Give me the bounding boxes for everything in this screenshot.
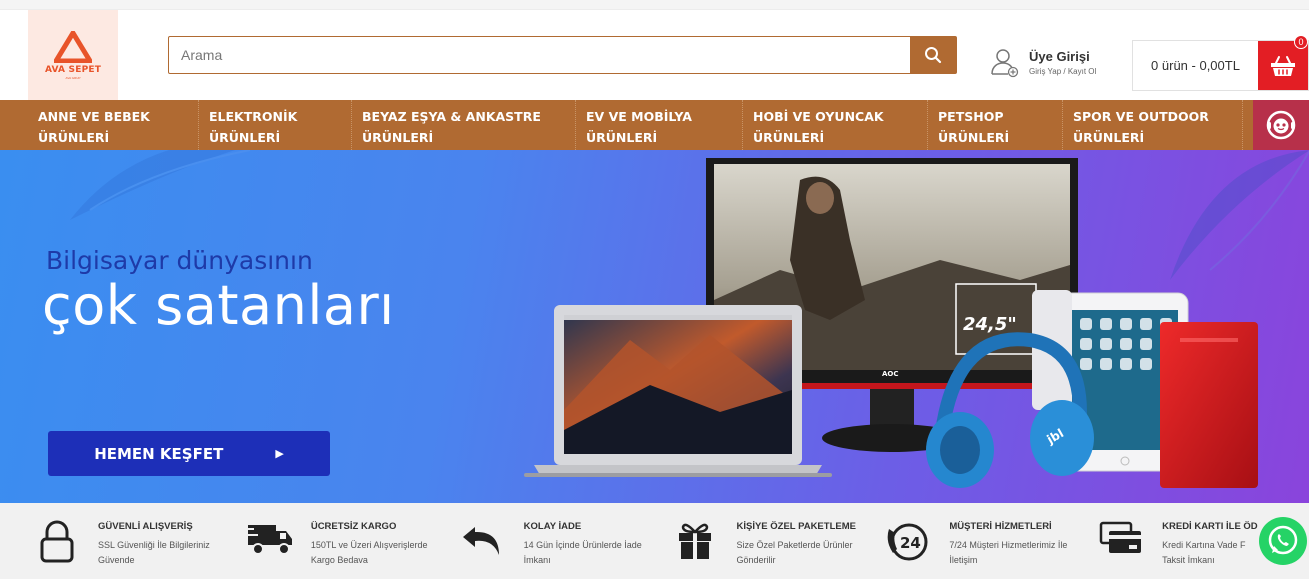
nav-item-ev-mobilya[interactable]: EV VE MOBİLYA ÜRÜNLERİ — [576, 100, 743, 150]
hero-cta-label: HEMEN KEŞFET — [94, 444, 224, 463]
truck-icon — [245, 519, 295, 567]
feature-desc-line1: SSL Güvenliği İle Bilgileriniz — [98, 540, 210, 550]
feature-free-shipping: ÜCRETSİZ KARGO 150TL ve Üzeri Alışverişl… — [245, 503, 458, 579]
hero-subtitle: Bilgisayar dünyasının — [46, 246, 313, 275]
feature-desc-line1: 7/24 Müşteri Hizmetlerimiz İle — [949, 540, 1068, 550]
search-icon — [925, 47, 942, 64]
cart-button[interactable]: 0 — [1258, 35, 1308, 90]
feature-desc-line2: Güvende — [98, 555, 135, 565]
nav-label-line1: ELEKTRONİK — [209, 109, 298, 124]
nav-item-hobi-oyuncak[interactable]: HOBİ VE OYUNCAK ÜRÜNLERİ — [743, 100, 928, 150]
logo-triangle-icon — [54, 30, 92, 63]
account-subtitle: Giriş Yap / Kayıt Ol — [1029, 66, 1097, 76]
nav-label-line1: PETSHOP — [938, 109, 1004, 124]
hero-products-image: AOC 24,5" jbl — [524, 158, 1258, 488]
credit-card-icon — [1096, 519, 1146, 567]
top-strip — [0, 0, 1309, 10]
svg-text:24: 24 — [900, 534, 921, 552]
nav-item-petshop[interactable]: PETSHOP ÜRÜNLERİ — [928, 100, 1063, 150]
hero-title: çok satanları — [42, 274, 395, 337]
user-icon — [987, 43, 1023, 81]
feature-desc-line2: Kargo Bedava — [310, 555, 368, 565]
account-login[interactable]: Üye Girişi Giriş Yap / Kayıt Ol — [987, 36, 1109, 88]
cart-summary: 0 ürün - 0,00TL — [1151, 58, 1240, 73]
features-bar: GÜVENLİ ALIŞVERİŞ SSL Güvenliği İle Bilg… — [0, 503, 1309, 579]
feature-desc-line1: 150TL ve Üzeri Alışverişlerde — [310, 540, 428, 550]
nav-label-line1: EV VE MOBİLYA — [586, 109, 692, 124]
feature-customer-service: 24 MÜŞTERİ HİZMETLERİ 7/24 Müşteri Hizme… — [883, 503, 1096, 579]
feature-desc-line2: Gönderilir — [736, 555, 776, 565]
return-arrow-icon — [458, 519, 508, 567]
feature-desc-line2: Taksit İmkanı — [1162, 555, 1215, 565]
feature-title: KREDİ KARTI İLE ÖD — [1162, 521, 1258, 532]
nav-item-anne-bebek[interactable]: ANNE VE BEBEK ÜRÜNLERİ — [0, 100, 199, 150]
search-input[interactable] — [169, 37, 910, 73]
nav-item-spor-outdoor[interactable]: SPOR VE OUTDOOR ÜRÜNLERİ — [1063, 100, 1243, 150]
feature-title: MÜŞTERİ HİZMETLERİ — [949, 521, 1052, 532]
feature-title: KOLAY İADE — [523, 521, 582, 532]
play-arrow-icon: ▶ — [275, 447, 284, 460]
account-title: Üye Girişi — [1029, 48, 1090, 64]
nav-label-line2: ÜRÜNLERİ — [209, 130, 281, 145]
feature-desc-line1: 14 Gün İçinde Ürünlerde İade — [523, 540, 642, 550]
monitor-brand-label: AOC — [882, 370, 899, 378]
nav-label-line1: ANNE VE BEBEK — [38, 109, 150, 124]
feature-easy-return: KOLAY İADE 14 Gün İçinde Ürünlerde İade İ… — [458, 503, 671, 579]
whatsapp-button[interactable] — [1257, 509, 1309, 573]
feature-special-packaging: KİŞİYE ÖZEL PAKETLEME Size Özel Paketler… — [670, 503, 883, 579]
logo-text: AVA SEPET — [44, 64, 102, 75]
nav-label-line2: ÜRÜNLERİ — [938, 130, 1010, 145]
feature-desc-line2: İmkanı — [523, 555, 551, 565]
shopping-basket-icon — [1271, 55, 1295, 76]
nav-item-beyaz-esya[interactable]: BEYAZ EŞYA & ANKASTRE ÜRÜNLERİ — [352, 100, 576, 150]
cart-widget[interactable]: 0 ürün - 0,00TL 0 — [1132, 35, 1309, 91]
gift-icon — [670, 519, 720, 567]
feature-title: GÜVENLİ ALIŞVERİŞ — [98, 521, 193, 532]
logo-subtext: AVA GRUP — [65, 75, 81, 80]
feature-secure-shopping: GÜVENLİ ALIŞVERİŞ SSL Güvenliği İle Bilg… — [32, 503, 245, 579]
nav-label-line1: SPOR VE OUTDOOR — [1073, 109, 1209, 124]
nav-label-line1: BEYAZ EŞYA & ANKASTRE — [362, 109, 541, 124]
feature-desc-line1: Size Özel Paketlerde Ürünler — [736, 540, 853, 550]
feature-title: ÜCRETSİZ KARGO — [310, 521, 397, 532]
nav-label-line1: HOBİ VE OYUNCAK — [753, 109, 884, 124]
nav-label-line2: ÜRÜNLERİ — [38, 130, 110, 145]
hero-banner[interactable]: Bilgisayar dünyasının çok satanları AOC … — [0, 150, 1309, 503]
cart-count-badge: 0 — [1294, 35, 1308, 49]
feature-desc-line2: İletişim — [949, 555, 978, 565]
whatsapp-icon — [1259, 517, 1307, 565]
nav-label-line2: ÜRÜNLERİ — [362, 130, 434, 145]
category-nav: ANNE VE BEBEK ÜRÜNLERİ ELEKTRONİK ÜRÜNLE… — [0, 100, 1309, 150]
support-bot-button[interactable] — [1253, 100, 1309, 150]
monitor-size-label: 24,5" — [963, 314, 1017, 335]
nav-label-line2: ÜRÜNLERİ — [753, 130, 825, 145]
nav-label-line2: ÜRÜNLERİ — [1073, 130, 1145, 145]
24-support-icon: 24 — [883, 519, 933, 567]
leaf-decoration-left — [70, 150, 251, 220]
site-logo[interactable]: AVA SEPET AVA GRUP — [28, 10, 118, 100]
nav-item-elektronik[interactable]: ELEKTRONİK ÜRÜNLERİ — [199, 100, 352, 150]
nav-label-line2: ÜRÜNLERİ — [586, 130, 658, 145]
lock-icon — [32, 519, 82, 567]
site-header: AVA SEPET AVA GRUP Üye Girişi Giriş Yap — [0, 10, 1309, 100]
hero-cta-button[interactable]: HEMEN KEŞFET ▶ — [48, 431, 330, 476]
feature-desc-line1: Kredi Kartına Vade F — [1162, 540, 1246, 550]
search-button[interactable] — [910, 37, 956, 73]
search-bar — [168, 36, 957, 74]
support-bot-icon — [1266, 110, 1296, 140]
feature-title: KİŞİYE ÖZEL PAKETLEME — [736, 521, 856, 532]
